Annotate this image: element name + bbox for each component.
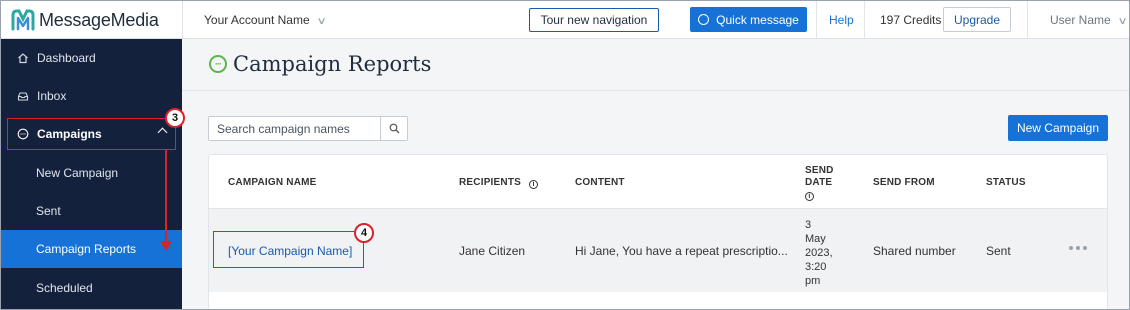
inbox-icon [17,90,29,102]
divider [1027,1,1028,39]
more-options-icon[interactable] [1069,246,1087,250]
sidebar: Dashboard Inbox Campaigns New Campaign S… [1,39,182,309]
divider [864,1,865,39]
user-menu[interactable]: User Name ∨ [1050,13,1128,27]
main-content: ··· Campaign Reports New Campaign CAMPAI… [182,39,1129,309]
send-date-line: 2023, [805,247,833,259]
chat-bubble-icon [698,14,710,25]
brand-name: MessageMedia [39,9,159,30]
status-cell: Sent [986,244,1011,258]
content-cell: Hi Jane, You have a repeat prescriptio..… [575,244,788,258]
recipients-cell: Jane Citizen [459,244,526,258]
upgrade-button[interactable]: Upgrade [943,7,1011,32]
column-header-label: SEND DATE [805,165,834,188]
column-header-send-from[interactable]: SEND FROM [873,177,935,188]
send-date-line: 3 [805,219,812,231]
account-name: Your Account Name [204,13,310,27]
search-button[interactable] [380,117,407,140]
sidebar-item-new-campaign[interactable]: New Campaign [1,154,182,192]
chevron-down-icon: ∨ [1117,16,1128,27]
divider [816,1,817,39]
page-header: ··· Campaign Reports [182,39,1129,91]
sidebar-item-label: Inbox [37,89,67,103]
account-selector[interactable]: Your Account Name ∨ [204,13,327,27]
sidebar-item-label: Sent [36,204,61,218]
sidebar-item-sent[interactable]: Sent [1,192,182,230]
new-campaign-button[interactable]: New Campaign [1008,115,1108,141]
credits-count: 197 Credits [880,13,942,27]
campaign-chat-icon: ··· [209,55,227,73]
chevron-down-icon: ∨ [316,16,327,27]
column-header-content[interactable]: CONTENT [575,177,625,188]
help-link[interactable]: Help [829,13,854,27]
logo[interactable]: MessageMedia [9,7,159,33]
sidebar-item-label: Dashboard [37,51,96,65]
search-input[interactable] [209,117,381,140]
page-title: Campaign Reports [233,52,432,76]
quick-message-label: Quick message [716,12,799,27]
send-date-line: 3:20 [805,261,827,273]
table-header: CAMPAIGN NAME RECIPIENTS i CONTENT SEND D… [209,155,1107,209]
sidebar-item-label: New Campaign [36,166,119,180]
tour-new-navigation-button[interactable]: Tour new navigation [529,8,659,32]
send-from-cell: Shared number [873,244,956,258]
sidebar-item-label: Scheduled [36,281,93,295]
annotation-arrow-head [160,241,172,251]
search-icon [389,123,399,134]
column-header-label: RECIPIENTS [459,177,522,188]
annotation-highlight-campaigns [7,118,176,150]
divider [182,1,183,39]
annotation-arrow-line [165,150,167,241]
sidebar-item-campaign-reports[interactable]: Campaign Reports [1,230,182,268]
send-date-line: pm [805,275,821,287]
annotation-highlight-campaign-name [213,231,364,268]
annotation-step-badge: 4 [354,223,374,243]
messagemedia-logo-icon [11,9,35,31]
user-name: User Name [1050,13,1111,27]
sidebar-item-scheduled[interactable]: Scheduled [1,269,182,307]
app-window: MessageMedia Your Account Name ∨ Tour new… [0,0,1130,310]
sidebar-item-dashboard[interactable]: Dashboard [1,39,182,77]
top-bar: MessageMedia Your Account Name ∨ Tour new… [1,1,1129,39]
quick-message-button[interactable]: Quick message [690,7,807,32]
home-icon [17,52,29,64]
column-header-campaign-name[interactable]: CAMPAIGN NAME [228,177,317,188]
info-icon[interactable]: i [529,180,539,189]
info-icon[interactable]: i [805,192,814,201]
send-date-cell: 3 May 2023, 3:20 pm [805,218,841,288]
sidebar-item-inbox[interactable]: Inbox [1,77,182,115]
annotation-step-badge: 3 [165,108,185,128]
search-box [208,116,408,141]
column-header-send-date[interactable]: SEND DATE i [805,165,837,201]
column-header-recipients[interactable]: RECIPIENTS i [459,177,539,189]
sidebar-item-label: Campaign Reports [36,242,137,256]
send-date-line: May [805,233,826,245]
column-header-status[interactable]: STATUS [986,177,1026,188]
